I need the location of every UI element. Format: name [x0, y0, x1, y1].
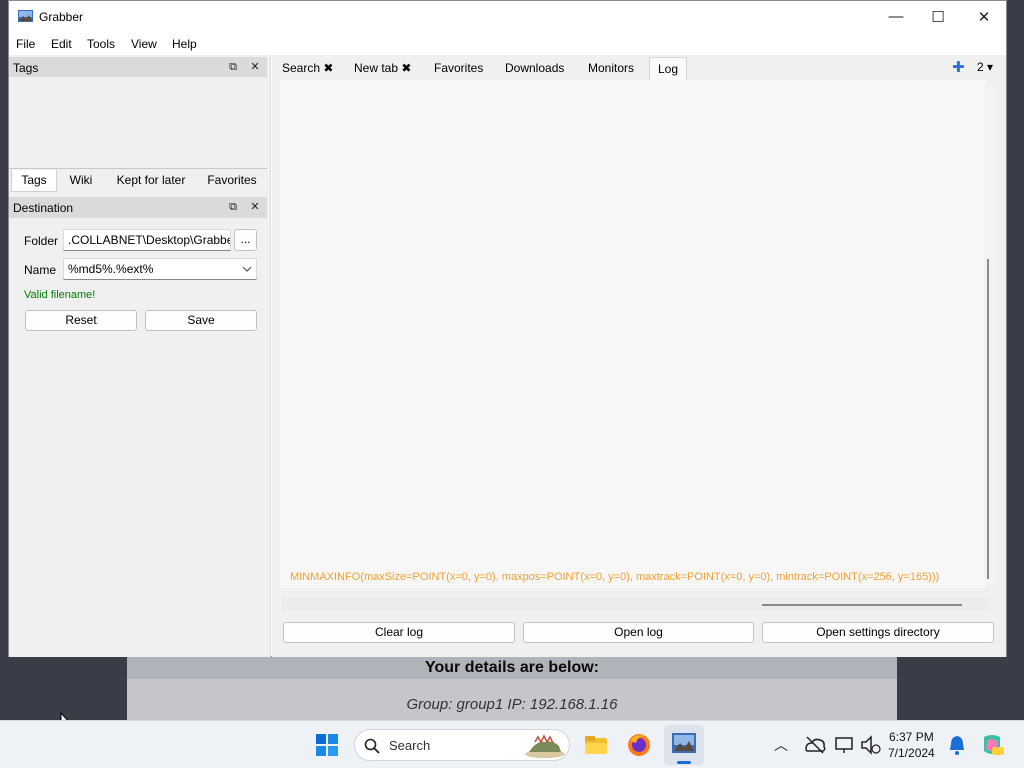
dinosaur-highlight-icon: [525, 734, 565, 758]
valid-filename-status: Valid filename!: [24, 289, 96, 301]
tab-new-tab[interactable]: New tab ✖: [346, 57, 419, 80]
minimize-button[interactable]: —: [873, 1, 919, 32]
close-button[interactable]: ✕: [961, 1, 1007, 32]
grabber-app-icon: [672, 733, 696, 753]
left-tabs: Tags Wiki Kept for later Favorites: [9, 168, 267, 192]
grabber-taskbar-button[interactable]: [664, 725, 704, 765]
log-line: MINMAXINFO(maxSize=POINT(x=0, y=0), maxp…: [290, 571, 940, 583]
float-dock-icon[interactable]: ⧉: [225, 59, 241, 75]
volume-muted-icon[interactable]: [856, 731, 884, 759]
menu-bar: File Edit Tools View Help: [9, 32, 1006, 54]
save-button[interactable]: Save: [145, 310, 257, 331]
tab-wiki[interactable]: Wiki: [61, 170, 101, 192]
chevron-up-icon[interactable]: ︿: [774, 735, 788, 755]
background-group-area: Group: group1 IP: 192.168.1.16: [127, 679, 897, 720]
taskbar-search-box[interactable]: Search: [354, 729, 570, 761]
name-label: Name: [24, 263, 57, 277]
left-dock-panel: Tags ⧉ ✕ Tags Wiki Kept for later Favori…: [9, 55, 271, 657]
window-title: Grabber: [39, 10, 84, 24]
copilot-icon[interactable]: [978, 731, 1006, 759]
clock-time: 6:37 PM: [889, 730, 934, 744]
tab-search[interactable]: Search ✖: [274, 57, 341, 80]
tab-favorites[interactable]: Favorites: [426, 57, 491, 80]
open-log-button[interactable]: Open log: [523, 622, 754, 643]
add-tab-icon[interactable]: ✚: [952, 58, 965, 76]
chevron-down-icon: [242, 266, 252, 272]
vertical-scroll-thumb[interactable]: [987, 259, 989, 579]
search-placeholder: Search: [389, 738, 431, 753]
onedrive-offline-icon[interactable]: [801, 731, 829, 759]
notification-bell-icon[interactable]: [943, 731, 971, 759]
firefox-icon[interactable]: [625, 731, 653, 759]
destination-dock-title: Destination ⧉ ✕: [9, 197, 267, 218]
log-horizontal-scrollbar[interactable]: [282, 597, 988, 611]
tab-count-dropdown[interactable]: 2 ▾: [977, 60, 993, 74]
taskbar: Search ︿ 6:37 PM 7/1/2024: [0, 720, 1024, 768]
windows-start-icon[interactable]: [313, 731, 341, 759]
clear-log-button[interactable]: Clear log: [283, 622, 515, 643]
search-icon: [364, 738, 380, 754]
tab-log[interactable]: Log: [649, 57, 688, 80]
close-dock-icon[interactable]: ✕: [247, 199, 263, 215]
tags-list-area: [9, 77, 267, 167]
close-dock-icon[interactable]: ✕: [247, 59, 263, 75]
horizontal-scroll-thumb[interactable]: [762, 604, 962, 606]
reset-button[interactable]: Reset: [25, 310, 137, 331]
tab-favorites[interactable]: Favorites: [199, 170, 265, 192]
menu-edit[interactable]: Edit: [51, 37, 72, 51]
float-dock-icon[interactable]: ⧉: [225, 199, 241, 215]
background-group-text: Group: group1 IP: 192.168.1.16: [406, 696, 618, 713]
active-indicator: [677, 761, 691, 764]
log-view: MINMAXINFO(maxSize=POINT(x=0, y=0), maxp…: [280, 80, 986, 588]
maximize-button[interactable]: ☐: [915, 1, 961, 32]
tags-dock-title: Tags ⧉ ✕: [9, 57, 267, 78]
folder-input[interactable]: .COLLABNET\Desktop\Grabber: [63, 229, 231, 251]
clock-date: 7/1/2024: [888, 746, 935, 760]
name-combobox[interactable]: %md5%.%ext%: [63, 258, 257, 280]
network-icon[interactable]: [831, 731, 859, 759]
file-explorer-icon[interactable]: [582, 731, 610, 759]
tags-dock-label: Tags: [13, 61, 39, 75]
background-browser-page: Your details are below: Group: group1 IP…: [127, 655, 897, 720]
background-details-heading: Your details are below:: [127, 657, 897, 679]
tab-monitors[interactable]: Monitors: [580, 57, 642, 80]
menu-tools[interactable]: Tools: [87, 37, 115, 51]
name-value: %md5%.%ext%: [68, 262, 154, 276]
main-panel: Search ✖ New tab ✖ Favorites Downloads M…: [272, 55, 1006, 657]
tab-kept-for-later[interactable]: Kept for later: [109, 170, 193, 192]
tab-downloads[interactable]: Downloads: [497, 57, 572, 80]
grabber-window: Grabber — ☐ ✕ File Edit Tools View Help …: [8, 0, 1007, 657]
grabber-app-icon: [18, 10, 33, 22]
destination-dock-label: Destination: [13, 201, 74, 215]
open-settings-directory-button[interactable]: Open settings directory: [762, 622, 994, 643]
menu-view[interactable]: View: [131, 37, 157, 51]
log-vertical-scrollbar[interactable]: [984, 87, 996, 585]
browse-folder-button[interactable]: ...: [234, 229, 257, 251]
menu-help[interactable]: Help: [172, 37, 197, 51]
folder-label: Folder: [24, 234, 59, 248]
system-clock[interactable]: 6:37 PM 7/1/2024: [888, 729, 935, 761]
menu-file[interactable]: File: [16, 37, 35, 51]
title-bar[interactable]: Grabber — ☐ ✕: [9, 1, 1006, 32]
tab-tags[interactable]: Tags: [11, 170, 57, 192]
